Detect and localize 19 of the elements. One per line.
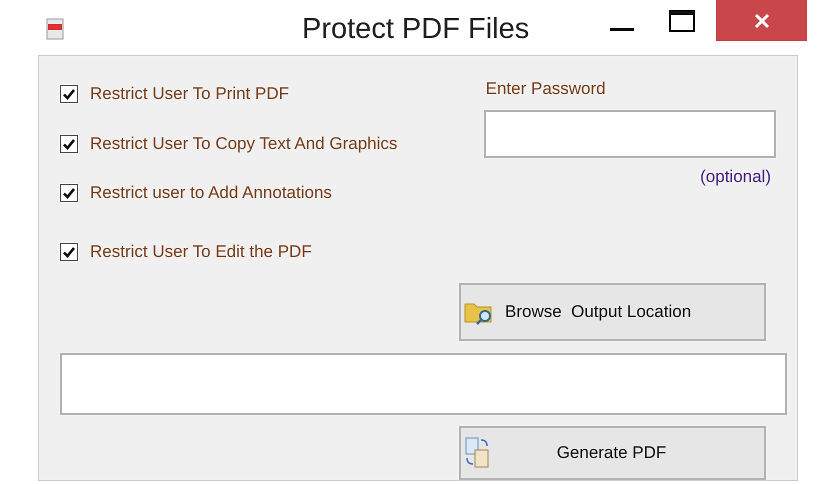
- close-icon: [754, 12, 770, 28]
- maximize-icon: [669, 10, 696, 32]
- option-label: Restrict User To Print PDF: [90, 83, 290, 105]
- option-label: Restrict User To Copy Text And Graphics: [90, 133, 398, 155]
- checkbox[interactable]: [60, 184, 78, 202]
- option-label: Restrict User To Edit the PDF: [90, 241, 312, 263]
- checkbox[interactable]: [60, 243, 78, 261]
- option-label: Restrict user to Add Annotations: [90, 182, 332, 204]
- checkbox[interactable]: [60, 85, 78, 103]
- close-button[interactable]: [716, 0, 808, 41]
- generate-pdf-button[interactable]: Generate PDF: [459, 426, 766, 480]
- browse-output-button[interactable]: Browse Output Location: [459, 283, 766, 341]
- checkbox[interactable]: [60, 135, 78, 153]
- optional-hint: (optional): [700, 166, 771, 188]
- pdf-file-icon: [45, 18, 65, 40]
- window-title: Protect PDF Files: [302, 12, 530, 47]
- password-field[interactable]: [484, 110, 776, 158]
- password-label: Enter Password: [486, 78, 607, 100]
- minimize-icon: [610, 27, 634, 31]
